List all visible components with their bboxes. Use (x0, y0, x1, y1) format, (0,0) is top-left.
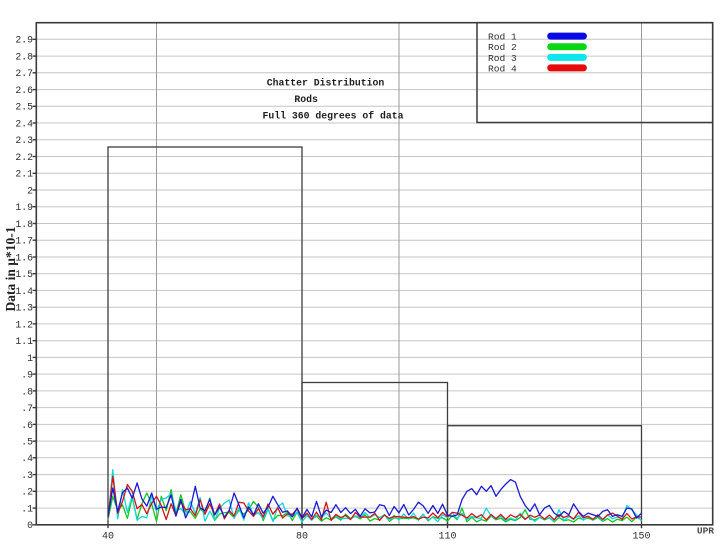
svg-text:1.2: 1.2 (15, 319, 33, 330)
svg-text:1.1: 1.1 (15, 336, 33, 347)
svg-text:Rod 2: Rod 2 (488, 42, 517, 53)
svg-text:1.6: 1.6 (15, 252, 33, 263)
svg-text:1: 1 (27, 353, 33, 364)
svg-text:1.9: 1.9 (15, 202, 33, 213)
svg-text:1.7: 1.7 (15, 236, 33, 247)
svg-text:2.2: 2.2 (15, 152, 33, 163)
svg-text:.9: .9 (21, 370, 33, 381)
svg-text:150: 150 (632, 532, 650, 543)
svg-text:Rods: Rods (294, 94, 318, 105)
svg-text:1.4: 1.4 (15, 286, 33, 297)
svg-text:.1: .1 (21, 504, 33, 515)
svg-text:.8: .8 (21, 386, 33, 397)
svg-text:0: 0 (27, 520, 33, 531)
svg-text:40: 40 (102, 532, 114, 543)
svg-text:1.8: 1.8 (15, 219, 33, 230)
svg-text:Rod 1: Rod 1 (488, 32, 517, 43)
svg-text:Rod 4: Rod 4 (488, 63, 517, 74)
svg-text:Chatter Distribution: Chatter Distribution (267, 78, 385, 89)
svg-text:2.3: 2.3 (15, 135, 33, 146)
svg-text:Rod 3: Rod 3 (488, 53, 517, 64)
svg-text:2.5: 2.5 (15, 102, 33, 113)
svg-text:.2: .2 (21, 487, 33, 498)
svg-text:.5: .5 (21, 437, 33, 448)
svg-text:2.7: 2.7 (15, 68, 33, 79)
svg-text:80: 80 (296, 532, 308, 543)
svg-text:1.3: 1.3 (15, 303, 33, 314)
svg-text:1.5: 1.5 (15, 269, 33, 280)
svg-text:2.4: 2.4 (15, 118, 33, 129)
svg-text:2.9: 2.9 (15, 35, 33, 46)
svg-text:Full 360 degrees of data: Full 360 degrees of data (262, 111, 403, 122)
svg-text:.4: .4 (21, 453, 33, 464)
svg-text:UPR: UPR (697, 526, 714, 537)
svg-text:110: 110 (438, 532, 456, 543)
svg-text:.6: .6 (21, 420, 33, 431)
svg-text:Data in µ*10-1: Data in µ*10-1 (3, 226, 18, 311)
svg-text:2.8: 2.8 (15, 52, 33, 63)
svg-text:2.6: 2.6 (15, 85, 33, 96)
svg-text:2: 2 (27, 185, 33, 196)
svg-text:.7: .7 (21, 403, 33, 414)
svg-text:2.1: 2.1 (15, 169, 33, 180)
svg-text:.3: .3 (21, 470, 33, 481)
